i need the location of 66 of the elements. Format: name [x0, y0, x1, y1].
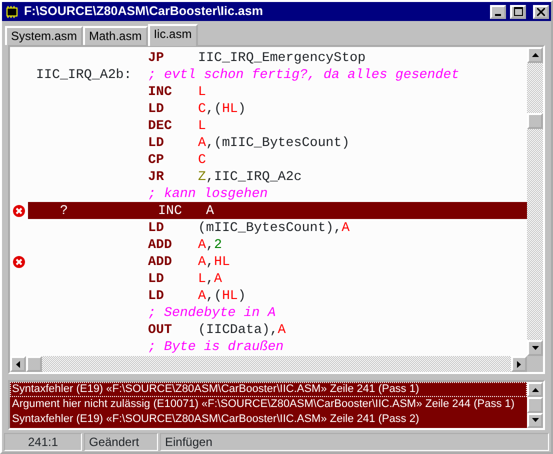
code-operand: A,(mIIC_BytesCount) [198, 134, 350, 151]
close-icon [537, 8, 545, 16]
right-arrow-icon [517, 360, 521, 368]
code-operand: L [198, 117, 206, 134]
scroll-up-button[interactable] [527, 382, 543, 398]
scroll-right-button[interactable] [511, 356, 527, 372]
code-mnemonic: ADD [148, 237, 172, 252]
code-operand: A,HL [198, 253, 230, 270]
code-operand: A,2 [198, 236, 222, 253]
down-arrow-icon [532, 346, 538, 350]
chip-icon [4, 4, 20, 18]
maximize-icon [514, 7, 522, 16]
code-mnemonic: DEC [148, 118, 172, 133]
scrollbar-thumb[interactable] [26, 356, 42, 372]
error-message[interactable]: Argument hier nicht zulässig (E10071) «F:\SOURCE\Z80ASM\CarBooster\IIC.ASM» Zeile 244 (Pass 1) [10, 397, 527, 412]
code-operand: IIC_IRQ_EmergencyStop [198, 49, 366, 66]
code-operand: (IICData),A [198, 321, 286, 338]
window-title: F:\SOURCE\Z80ASM\CarBooster\Iic.asm [24, 3, 264, 20]
scrollbar-thumb[interactable] [527, 113, 543, 129]
file-tab[interactable]: Iic.asm [148, 24, 198, 46]
code-mnemonic: ADD [148, 254, 172, 269]
file-tab[interactable]: Math.asm [83, 26, 148, 45]
down-arrow-icon [532, 418, 538, 422]
scroll-up-button[interactable] [527, 47, 543, 63]
code-operand: C,(HL) [198, 100, 246, 117]
scrollbar-thumb[interactable] [527, 397, 543, 413]
code-comment: ; Sendebyte in A [148, 304, 276, 321]
code-label: ? [59, 203, 68, 218]
file-tab[interactable]: System.asm [5, 26, 84, 45]
minimize-button[interactable] [490, 4, 506, 18]
close-button[interactable] [533, 4, 549, 18]
scroll-left-button[interactable] [10, 356, 26, 372]
error-message[interactable]: Syntaxfehler (E19) «F:\SOURCE\Z80ASM\CarBooster\IIC.ASM» Zeile 241 (Pass 2) [10, 412, 527, 427]
scroll-down-button[interactable] [527, 412, 543, 428]
code-mnemonic: OUT [148, 322, 172, 337]
code-comment: ; evtl schon fertig?, da alles gesendet [148, 66, 460, 83]
code-mnemonic: INC [157, 203, 182, 218]
code-mnemonic: LD [148, 101, 164, 116]
code-mnemonic: LD [148, 135, 164, 150]
up-arrow-icon [532, 53, 538, 57]
code-comment: ; kann losgehen [148, 185, 268, 202]
code-operand: Z,IIC_IRQ_A2c [198, 168, 302, 185]
code-mnemonic: CP [148, 152, 164, 167]
minimize-icon [495, 14, 501, 16]
code-mnemonic: JP [148, 50, 164, 65]
code-operand: L [198, 83, 206, 100]
maximize-button[interactable] [510, 4, 526, 18]
left-arrow-icon [16, 360, 20, 368]
code-operand: A,(HL) [198, 287, 246, 304]
cursor-position: 241:1 [4, 433, 82, 451]
code-mnemonic: LD [148, 288, 164, 303]
modified-status: Geändert [84, 433, 158, 451]
code-label: IIC_IRQ_A2b: [35, 67, 132, 82]
insert-mode: Einfügen [160, 433, 549, 451]
code-operand: L,A [198, 270, 222, 287]
code-mnemonic: LD [148, 220, 164, 235]
code-mnemonic: INC [148, 84, 172, 99]
code-mnemonic: LD [148, 271, 164, 286]
code-mnemonic: JR [148, 169, 164, 184]
up-arrow-icon [532, 388, 538, 392]
code-operand: C [198, 151, 206, 168]
code-comment: ; Byte is draußen [148, 338, 284, 355]
error-message[interactable]: Syntaxfehler (E19) «F:\SOURCE\Z80ASM\CarBooster\IIC.ASM» Zeile 241 (Pass 1) [10, 382, 527, 397]
scroll-down-button[interactable] [527, 340, 543, 356]
code-operand: A [205, 202, 214, 219]
code-operand: (mIIC_BytesCount),A [198, 219, 350, 236]
